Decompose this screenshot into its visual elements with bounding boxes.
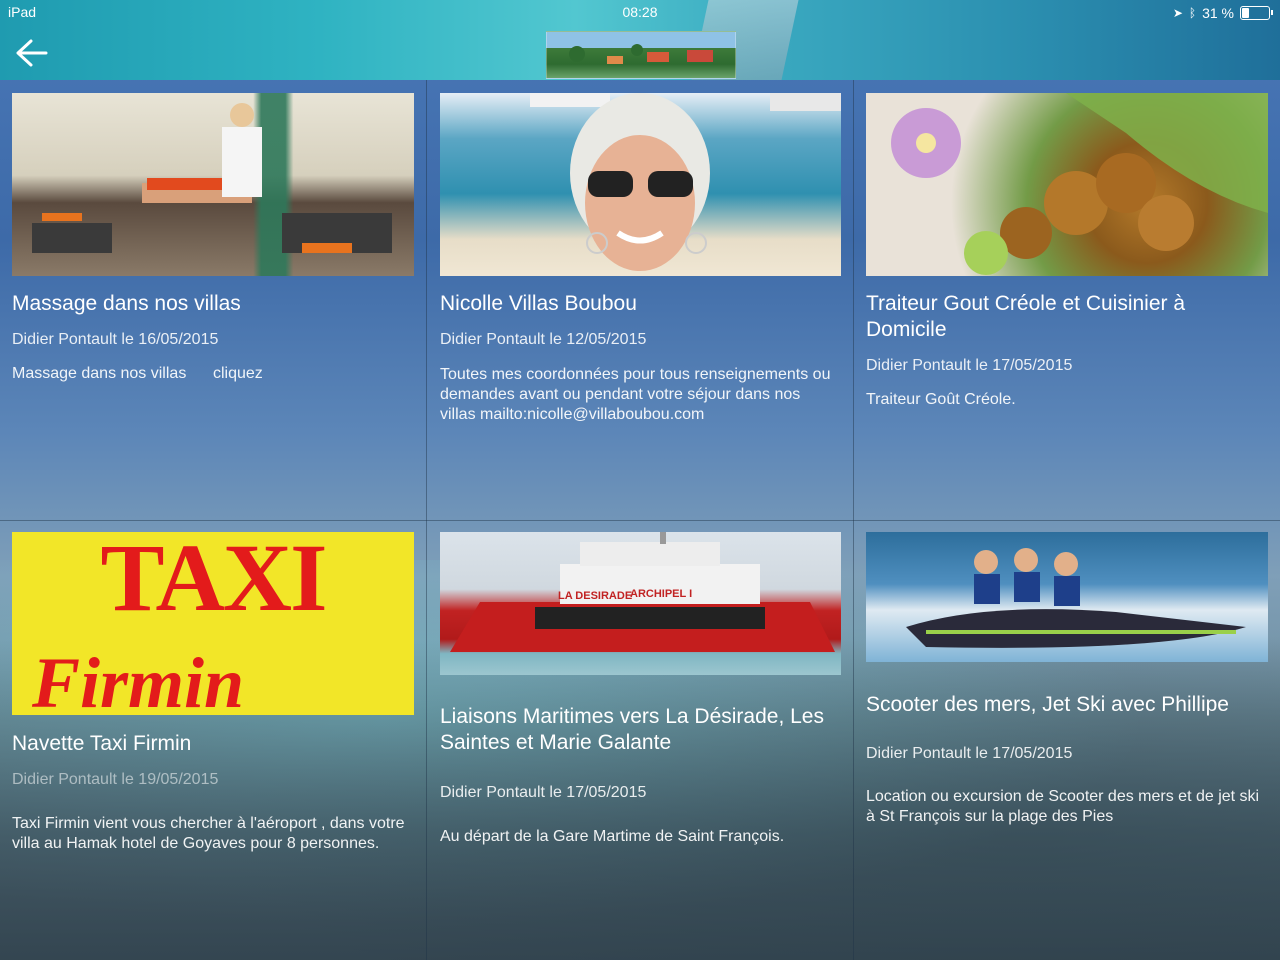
battery-icon: [1240, 6, 1273, 20]
card-meta: Didier Pontault le 17/05/2015: [866, 357, 1073, 374]
taxi-sign-photo[interactable]: TAXI Firmin: [12, 532, 414, 715]
card-title: Nicolle Villas Boubou: [440, 292, 637, 315]
card-description: Au départ de la Gare Martime de Saint Fr…: [440, 828, 785, 845]
card-title: Scooter des mers, Jet Ski avec Phillipe: [866, 693, 1229, 716]
header-bar: iPad 08:28 ➤ ᛒ 31 %: [0, 0, 1280, 80]
ferry-name-text: ARCHIPEL I: [630, 588, 693, 600]
card-taxi[interactable]: TAXI Firmin Navette Taxi Firmin Didier P…: [0, 521, 426, 960]
card-meta: Didier Pontault le 12/05/2015: [440, 331, 647, 348]
back-arrow-icon[interactable]: [14, 38, 50, 68]
nicolle-photo[interactable]: [440, 93, 841, 276]
card-meta: Didier Pontault le 17/05/2015: [440, 784, 647, 801]
card-meta: Didier Pontault le 17/05/2015: [866, 745, 1073, 762]
card-meta: Didier Pontault le 19/05/2015: [12, 771, 219, 788]
taxi-sign-script: Firmin: [32, 643, 245, 715]
card-massage[interactable]: Massage dans nos villas Didier Pontault …: [0, 80, 426, 520]
location-icon: ➤: [1172, 6, 1183, 20]
card-description: Massage dans nos villas cliquez: [12, 365, 263, 382]
battery-percent: 31 %: [1202, 5, 1234, 21]
jetski-photo[interactable]: [866, 532, 1268, 662]
card-description: Traiteur Goût Créole.: [866, 391, 1016, 408]
resort-thumbnail[interactable]: [546, 31, 736, 79]
card-title: Liaisons Maritimes vers La Désirade, Les…: [440, 705, 824, 754]
card-title: Traiteur Gout Créole et Cuisinier à Domi…: [866, 292, 1186, 341]
ferry-photo[interactable]: LA DESIRADE ARCHIPEL I: [440, 532, 841, 675]
ferry-name-text: LA DESIRADE: [558, 590, 633, 602]
status-time: 08:28: [622, 4, 658, 20]
taxi-sign-text: TAXI: [100, 532, 328, 631]
card-description: Toutes mes coordonnées pour tous renseig…: [440, 366, 831, 423]
card-meta: Didier Pontault le 16/05/2015: [12, 331, 219, 348]
status-right: ➤ ᛒ 31 %: [1172, 4, 1273, 22]
card-description: Location ou excursion de Scooter des mer…: [866, 788, 1260, 825]
card-nicolle[interactable]: Nicolle Villas Boubou Didier Pontault le…: [427, 80, 853, 520]
card-jetski[interactable]: Scooter des mers, Jet Ski avec Phillipe …: [854, 521, 1280, 960]
massage-photo[interactable]: [12, 93, 414, 276]
card-liaisons[interactable]: LA DESIRADE ARCHIPEL I Liaisons Maritime…: [427, 521, 853, 960]
card-description: Taxi Firmin vient vous chercher à l'aéro…: [12, 815, 405, 852]
card-traiteur[interactable]: Traiteur Gout Créole et Cuisinier à Domi…: [854, 80, 1280, 520]
card-title: Massage dans nos villas: [12, 292, 241, 315]
creole-food-photo[interactable]: [866, 93, 1268, 276]
card-title: Navette Taxi Firmin: [12, 732, 192, 755]
bluetooth-icon: ᛒ: [1188, 6, 1197, 20]
